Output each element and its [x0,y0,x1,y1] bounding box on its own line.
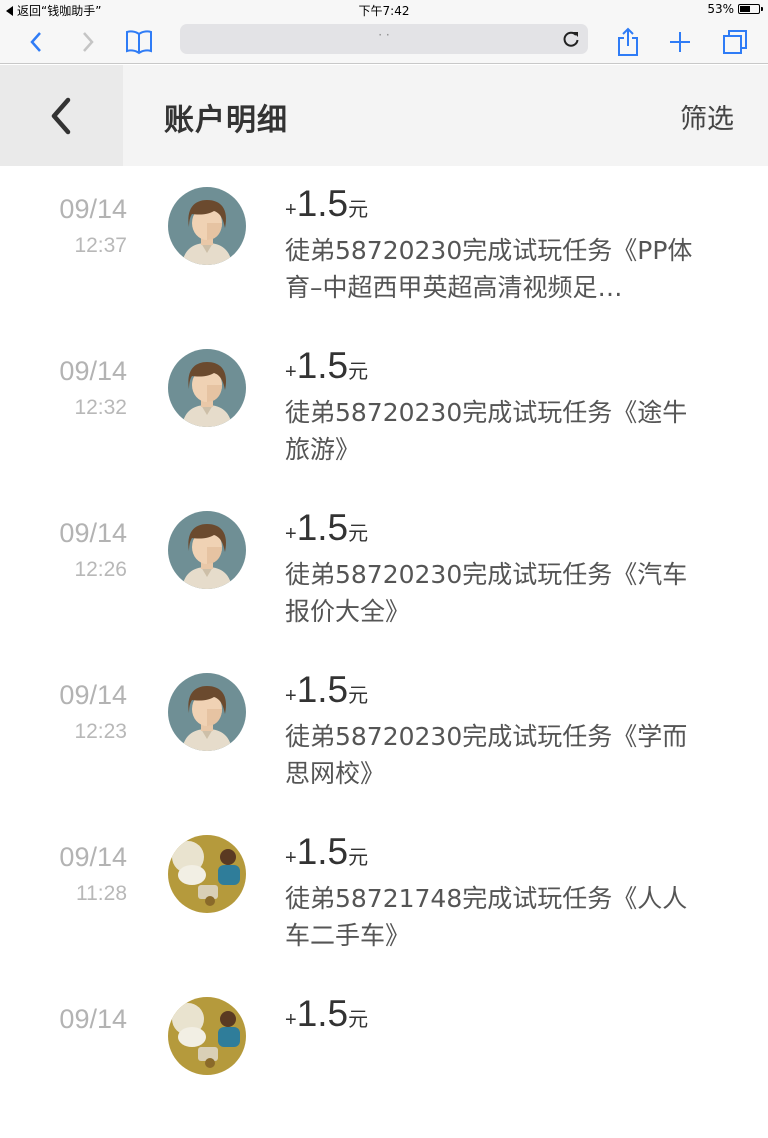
record-time: 12:32 [74,396,127,419]
reload-icon [563,31,579,47]
record-date: 09/14 [59,518,127,548]
record-amount: +1.5元 [285,669,368,711]
list-item[interactable]: 09/14 12:23 +1.5元 徒弟58720230完成试玩任务《学而思网校… [0,652,768,814]
amount-unit: 元 [348,847,369,869]
record-time: 12:37 [74,234,127,257]
back-button[interactable] [0,65,123,166]
battery-fill [740,6,750,12]
cartoon-boy-avatar-icon [168,187,246,265]
status-bar: 返回“钱咖助手” 下午7:42 53% [0,0,768,20]
amount-value: 1.5 [296,183,349,224]
browser-toolbar: · · [0,20,768,64]
record-amount: +1.5元 [285,345,368,387]
url-text: · · [378,28,390,42]
tabs-icon [723,30,747,54]
record-description: 徒弟58720230完成试玩任务《途牛旅游》 [285,398,688,464]
clock: 下午7:42 [358,4,410,18]
amount-value: 1.5 [296,993,349,1034]
amount-value: 1.5 [296,345,349,386]
browser-forward-button[interactable] [72,26,104,58]
record-amount: +1.5元 [285,993,368,1035]
avatar [168,673,246,751]
amount-unit: 元 [348,361,369,383]
book-icon [126,30,152,55]
tabs-button[interactable] [719,26,751,58]
amount-unit: 元 [348,199,369,221]
amount-unit: 元 [348,685,369,707]
bookmarks-button[interactable] [123,26,155,58]
record-date: 09/14 [59,680,127,710]
record-date: 09/14 [59,194,127,224]
reload-button[interactable] [560,28,582,50]
list-item[interactable]: 09/14 12:32 +1.5元 徒弟58720230完成试玩任务《途牛旅游》 [0,328,768,490]
amount-sign: + [285,847,297,869]
share-button[interactable] [612,26,644,58]
avatar [168,997,246,1075]
list-item[interactable]: 09/14 11:28 +1.5元 徒弟58721748完成试玩任务《人人车二手… [0,814,768,976]
record-time: 12:23 [74,720,127,743]
new-tab-button[interactable] [664,26,696,58]
chevron-right-icon [83,32,94,52]
amount-unit: 元 [348,1009,369,1031]
record-amount: +1.5元 [285,831,368,873]
amount-value: 1.5 [296,669,349,710]
record-description: 徒弟58720230完成试玩任务《汽车报价大全》 [285,560,688,626]
record-description: 徒弟58720230完成试玩任务《PP体育–中超西甲英超高清视频足… [285,236,693,302]
chevron-left-icon [30,32,41,52]
record-date: 09/14 [59,842,127,872]
record-date: 09/14 [59,1004,127,1034]
browser-back-button[interactable] [20,26,52,58]
account-record-list: 09/14 12:37 +1.5元 徒弟58720230完成试玩任务《PP体育–… [0,166,768,1138]
amount-sign: + [285,523,297,545]
amount-sign: + [285,199,297,221]
amount-value: 1.5 [296,831,349,872]
share-icon [618,27,638,56]
amount-value: 1.5 [296,507,349,548]
record-description: 徒弟58721748完成试玩任务《人人车二手车》 [285,884,688,950]
avatar [168,835,246,913]
cartoon-boy-avatar-icon [168,349,246,427]
list-item[interactable]: 09/14 +1.5元 [0,976,768,1138]
page-title: 账户明细 [164,103,288,138]
record-date: 09/14 [59,356,127,386]
address-bar[interactable]: · · [180,24,588,54]
record-amount: +1.5元 [285,183,368,225]
amount-unit: 元 [348,523,369,545]
filter-button[interactable]: 筛选 [680,97,734,136]
amount-sign: + [285,361,297,383]
photo-avatar-icon [168,997,246,1075]
cartoon-boy-avatar-icon [168,673,246,751]
avatar [168,349,246,427]
avatar [168,187,246,265]
record-amount: +1.5元 [285,507,368,549]
battery-percent: 53% [707,2,734,16]
battery-cap [761,7,763,11]
battery-indicator: 53% [707,2,763,16]
page-header: 账户明细 筛选 [0,65,768,166]
record-time: 11:28 [76,882,127,905]
chevron-left-icon [51,97,70,134]
record-time: 12:26 [74,558,127,581]
plus-icon [670,32,690,52]
list-item[interactable]: 09/14 12:37 +1.5元 徒弟58720230完成试玩任务《PP体育–… [0,166,768,328]
list-item[interactable]: 09/14 12:26 +1.5元 徒弟58720230完成试玩任务《汽车报价大… [0,490,768,652]
amount-sign: + [285,1009,297,1031]
record-description: 徒弟58720230完成试玩任务《学而思网校》 [285,722,688,788]
amount-sign: + [285,685,297,707]
cartoon-boy-avatar-icon [168,511,246,589]
battery-icon [738,4,763,14]
avatar [168,511,246,589]
photo-avatar-icon [168,835,246,913]
